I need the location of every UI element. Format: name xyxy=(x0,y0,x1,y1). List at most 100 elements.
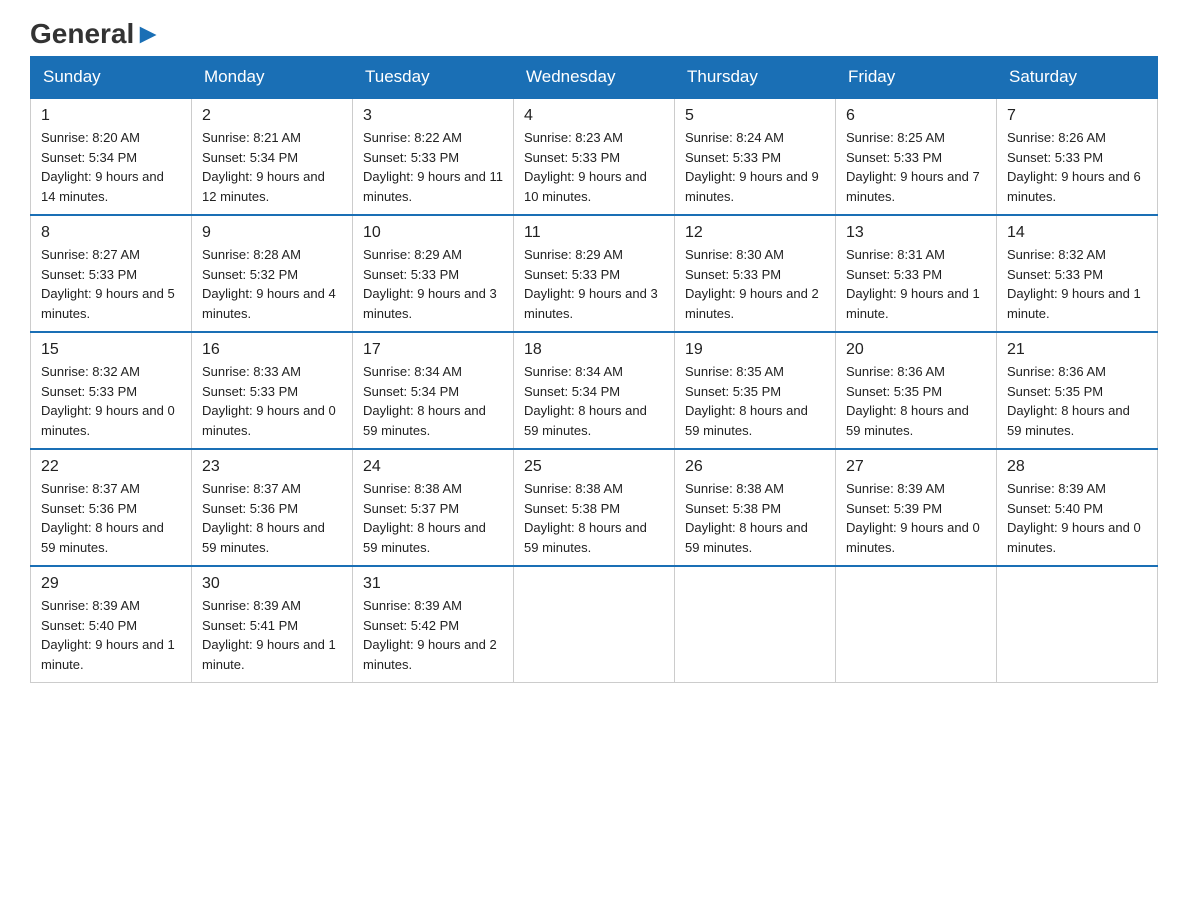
day-info: Sunrise: 8:39 AM Sunset: 5:39 PM Dayligh… xyxy=(846,479,986,557)
calendar-cell: 20 Sunrise: 8:36 AM Sunset: 5:35 PM Dayl… xyxy=(836,332,997,449)
day-number: 22 xyxy=(41,458,181,476)
calendar-header-row: SundayMondayTuesdayWednesdayThursdayFrid… xyxy=(31,57,1158,99)
calendar-cell xyxy=(675,566,836,683)
column-header-wednesday: Wednesday xyxy=(514,57,675,99)
day-info: Sunrise: 8:32 AM Sunset: 5:33 PM Dayligh… xyxy=(1007,245,1147,323)
day-info: Sunrise: 8:39 AM Sunset: 5:40 PM Dayligh… xyxy=(41,596,181,674)
day-info: Sunrise: 8:30 AM Sunset: 5:33 PM Dayligh… xyxy=(685,245,825,323)
day-number: 9 xyxy=(202,224,342,242)
calendar-cell: 7 Sunrise: 8:26 AM Sunset: 5:33 PM Dayli… xyxy=(997,98,1158,215)
day-number: 7 xyxy=(1007,107,1147,125)
day-number: 27 xyxy=(846,458,986,476)
day-info: Sunrise: 8:38 AM Sunset: 5:37 PM Dayligh… xyxy=(363,479,503,557)
day-number: 11 xyxy=(524,224,664,242)
day-info: Sunrise: 8:24 AM Sunset: 5:33 PM Dayligh… xyxy=(685,128,825,206)
week-row-5: 29 Sunrise: 8:39 AM Sunset: 5:40 PM Dayl… xyxy=(31,566,1158,683)
calendar-cell: 24 Sunrise: 8:38 AM Sunset: 5:37 PM Dayl… xyxy=(353,449,514,566)
day-number: 26 xyxy=(685,458,825,476)
calendar-cell: 29 Sunrise: 8:39 AM Sunset: 5:40 PM Dayl… xyxy=(31,566,192,683)
day-info: Sunrise: 8:26 AM Sunset: 5:33 PM Dayligh… xyxy=(1007,128,1147,206)
day-number: 4 xyxy=(524,107,664,125)
day-info: Sunrise: 8:34 AM Sunset: 5:34 PM Dayligh… xyxy=(524,362,664,440)
calendar-cell: 28 Sunrise: 8:39 AM Sunset: 5:40 PM Dayl… xyxy=(997,449,1158,566)
day-number: 20 xyxy=(846,341,986,359)
day-info: Sunrise: 8:22 AM Sunset: 5:33 PM Dayligh… xyxy=(363,128,503,206)
calendar-cell: 25 Sunrise: 8:38 AM Sunset: 5:38 PM Dayl… xyxy=(514,449,675,566)
day-number: 24 xyxy=(363,458,503,476)
calendar-cell: 11 Sunrise: 8:29 AM Sunset: 5:33 PM Dayl… xyxy=(514,215,675,332)
calendar-cell: 13 Sunrise: 8:31 AM Sunset: 5:33 PM Dayl… xyxy=(836,215,997,332)
calendar-cell: 27 Sunrise: 8:39 AM Sunset: 5:39 PM Dayl… xyxy=(836,449,997,566)
calendar-cell: 3 Sunrise: 8:22 AM Sunset: 5:33 PM Dayli… xyxy=(353,98,514,215)
day-number: 30 xyxy=(202,575,342,593)
calendar-cell: 1 Sunrise: 8:20 AM Sunset: 5:34 PM Dayli… xyxy=(31,98,192,215)
day-info: Sunrise: 8:36 AM Sunset: 5:35 PM Dayligh… xyxy=(1007,362,1147,440)
day-number: 2 xyxy=(202,107,342,125)
calendar-cell: 9 Sunrise: 8:28 AM Sunset: 5:32 PM Dayli… xyxy=(192,215,353,332)
column-header-sunday: Sunday xyxy=(31,57,192,99)
calendar-cell: 17 Sunrise: 8:34 AM Sunset: 5:34 PM Dayl… xyxy=(353,332,514,449)
day-number: 16 xyxy=(202,341,342,359)
week-row-4: 22 Sunrise: 8:37 AM Sunset: 5:36 PM Dayl… xyxy=(31,449,1158,566)
column-header-thursday: Thursday xyxy=(675,57,836,99)
week-row-2: 8 Sunrise: 8:27 AM Sunset: 5:33 PM Dayli… xyxy=(31,215,1158,332)
calendar-cell: 18 Sunrise: 8:34 AM Sunset: 5:34 PM Dayl… xyxy=(514,332,675,449)
day-number: 19 xyxy=(685,341,825,359)
logo-text: General► xyxy=(30,20,162,48)
calendar-cell: 4 Sunrise: 8:23 AM Sunset: 5:33 PM Dayli… xyxy=(514,98,675,215)
column-header-monday: Monday xyxy=(192,57,353,99)
day-info: Sunrise: 8:32 AM Sunset: 5:33 PM Dayligh… xyxy=(41,362,181,440)
day-number: 21 xyxy=(1007,341,1147,359)
day-info: Sunrise: 8:34 AM Sunset: 5:34 PM Dayligh… xyxy=(363,362,503,440)
day-number: 17 xyxy=(363,341,503,359)
day-info: Sunrise: 8:28 AM Sunset: 5:32 PM Dayligh… xyxy=(202,245,342,323)
day-info: Sunrise: 8:37 AM Sunset: 5:36 PM Dayligh… xyxy=(41,479,181,557)
day-number: 5 xyxy=(685,107,825,125)
logo: General► xyxy=(30,20,162,46)
day-number: 13 xyxy=(846,224,986,242)
day-number: 8 xyxy=(41,224,181,242)
calendar-cell: 2 Sunrise: 8:21 AM Sunset: 5:34 PM Dayli… xyxy=(192,98,353,215)
calendar-cell: 15 Sunrise: 8:32 AM Sunset: 5:33 PM Dayl… xyxy=(31,332,192,449)
day-info: Sunrise: 8:23 AM Sunset: 5:33 PM Dayligh… xyxy=(524,128,664,206)
day-info: Sunrise: 8:39 AM Sunset: 5:41 PM Dayligh… xyxy=(202,596,342,674)
day-info: Sunrise: 8:31 AM Sunset: 5:33 PM Dayligh… xyxy=(846,245,986,323)
day-info: Sunrise: 8:29 AM Sunset: 5:33 PM Dayligh… xyxy=(363,245,503,323)
week-row-1: 1 Sunrise: 8:20 AM Sunset: 5:34 PM Dayli… xyxy=(31,98,1158,215)
calendar-table: SundayMondayTuesdayWednesdayThursdayFrid… xyxy=(30,56,1158,683)
day-number: 6 xyxy=(846,107,986,125)
day-info: Sunrise: 8:25 AM Sunset: 5:33 PM Dayligh… xyxy=(846,128,986,206)
calendar-cell: 14 Sunrise: 8:32 AM Sunset: 5:33 PM Dayl… xyxy=(997,215,1158,332)
day-info: Sunrise: 8:38 AM Sunset: 5:38 PM Dayligh… xyxy=(685,479,825,557)
day-info: Sunrise: 8:29 AM Sunset: 5:33 PM Dayligh… xyxy=(524,245,664,323)
calendar-cell: 12 Sunrise: 8:30 AM Sunset: 5:33 PM Dayl… xyxy=(675,215,836,332)
calendar-cell: 31 Sunrise: 8:39 AM Sunset: 5:42 PM Dayl… xyxy=(353,566,514,683)
day-info: Sunrise: 8:35 AM Sunset: 5:35 PM Dayligh… xyxy=(685,362,825,440)
calendar-cell: 8 Sunrise: 8:27 AM Sunset: 5:33 PM Dayli… xyxy=(31,215,192,332)
day-number: 31 xyxy=(363,575,503,593)
day-number: 10 xyxy=(363,224,503,242)
day-number: 28 xyxy=(1007,458,1147,476)
day-number: 12 xyxy=(685,224,825,242)
day-number: 23 xyxy=(202,458,342,476)
day-number: 29 xyxy=(41,575,181,593)
week-row-3: 15 Sunrise: 8:32 AM Sunset: 5:33 PM Dayl… xyxy=(31,332,1158,449)
day-number: 3 xyxy=(363,107,503,125)
day-info: Sunrise: 8:39 AM Sunset: 5:42 PM Dayligh… xyxy=(363,596,503,674)
calendar-cell xyxy=(836,566,997,683)
day-info: Sunrise: 8:37 AM Sunset: 5:36 PM Dayligh… xyxy=(202,479,342,557)
calendar-cell: 21 Sunrise: 8:36 AM Sunset: 5:35 PM Dayl… xyxy=(997,332,1158,449)
calendar-cell: 5 Sunrise: 8:24 AM Sunset: 5:33 PM Dayli… xyxy=(675,98,836,215)
day-number: 25 xyxy=(524,458,664,476)
page-header: General► xyxy=(30,20,1158,46)
day-number: 15 xyxy=(41,341,181,359)
day-number: 14 xyxy=(1007,224,1147,242)
calendar-cell: 30 Sunrise: 8:39 AM Sunset: 5:41 PM Dayl… xyxy=(192,566,353,683)
day-number: 18 xyxy=(524,341,664,359)
day-info: Sunrise: 8:27 AM Sunset: 5:33 PM Dayligh… xyxy=(41,245,181,323)
calendar-cell: 6 Sunrise: 8:25 AM Sunset: 5:33 PM Dayli… xyxy=(836,98,997,215)
calendar-cell xyxy=(514,566,675,683)
calendar-cell: 22 Sunrise: 8:37 AM Sunset: 5:36 PM Dayl… xyxy=(31,449,192,566)
calendar-cell: 16 Sunrise: 8:33 AM Sunset: 5:33 PM Dayl… xyxy=(192,332,353,449)
day-info: Sunrise: 8:39 AM Sunset: 5:40 PM Dayligh… xyxy=(1007,479,1147,557)
